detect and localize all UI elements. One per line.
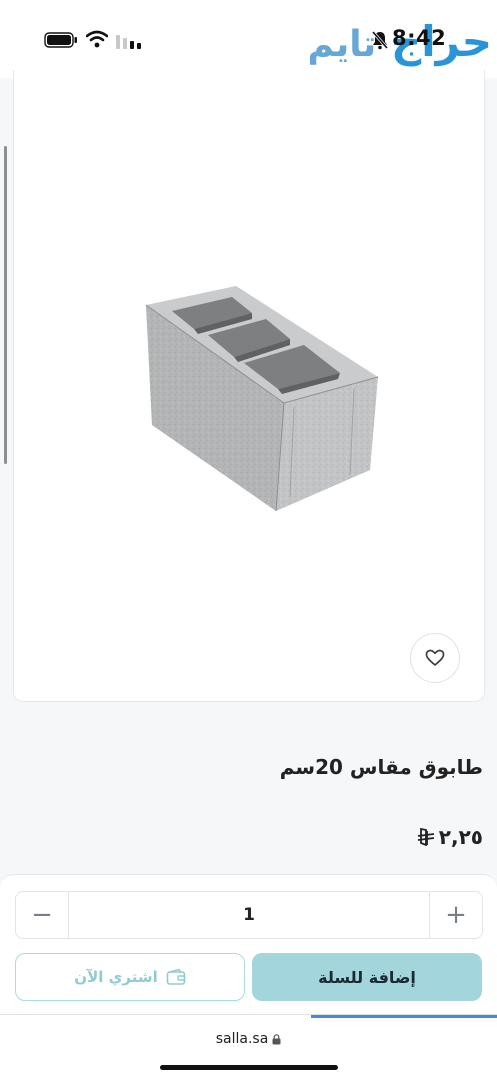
home-indicator[interactable] [160, 1065, 338, 1070]
page-load-progress [311, 1015, 497, 1018]
purchase-panel: − 1 + اشتري الآن إضافة للسلة [0, 874, 497, 1015]
bell-off-icon [371, 31, 389, 50]
wifi-icon [86, 30, 108, 48]
product-title: طابوق مقاس 20سم [279, 755, 483, 779]
buy-now-button[interactable]: اشتري الآن [15, 953, 245, 1001]
buy-now-label: اشتري الآن [74, 968, 158, 986]
minus-icon: − [31, 900, 53, 930]
status-time: 8:42 [392, 26, 447, 50]
plus-icon: + [445, 900, 467, 930]
add-to-cart-button[interactable]: إضافة للسلة [252, 953, 482, 1001]
browser-address-bar: salla.sa [0, 1014, 497, 1081]
wallet-icon [166, 968, 186, 985]
lock-icon [272, 1033, 281, 1044]
signal-icon [116, 35, 141, 49]
price-value: ٢,٢٥ [438, 825, 483, 849]
increase-quantity-button[interactable]: + [429, 892, 482, 938]
status-bar: حراج تايم 8:42 [0, 0, 497, 78]
heart-icon [425, 649, 445, 666]
product-price: ٢,٢٥ [417, 825, 483, 849]
product-image-card [13, 70, 485, 702]
favorite-button[interactable] [410, 633, 460, 683]
quantity-input[interactable]: 1 [69, 892, 429, 938]
quantity-stepper: − 1 + [15, 891, 483, 939]
battery-icon [44, 32, 77, 48]
url-text: salla.sa [215, 1031, 269, 1047]
url-field[interactable]: salla.sa [0, 1031, 497, 1047]
scroll-indicator[interactable] [4, 146, 7, 464]
decrease-quantity-button[interactable]: − [16, 892, 69, 938]
concrete-block-image[interactable] [144, 285, 380, 515]
sar-currency-icon [417, 828, 434, 846]
add-to-cart-label: إضافة للسلة [318, 967, 416, 987]
